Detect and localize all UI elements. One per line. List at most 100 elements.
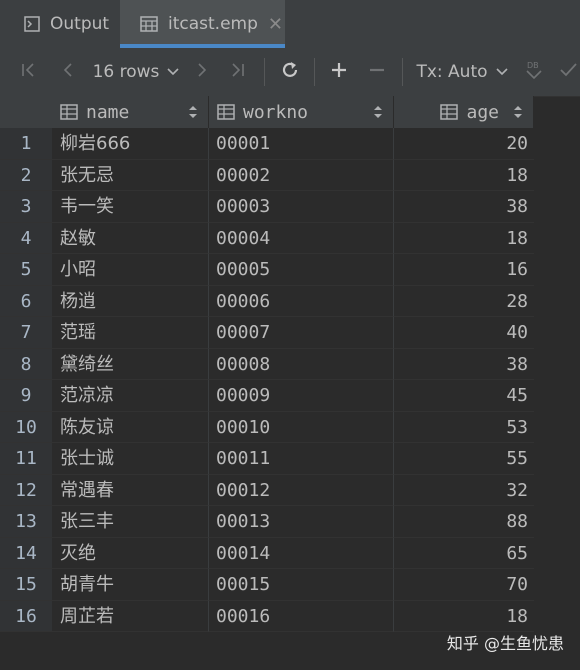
table-row[interactable]: 9 范凉凉 00009 45 (0, 380, 534, 412)
add-row-button[interactable] (324, 48, 354, 96)
cell-workno[interactable]: 00005 (209, 254, 394, 286)
table-row[interactable]: 5 小昭 00005 16 (0, 254, 534, 286)
cell-age[interactable]: 53 (394, 412, 534, 443)
cell-age[interactable]: 70 (394, 569, 534, 601)
rows-count-dropdown[interactable]: 16 rows (88, 48, 184, 96)
cell-age[interactable]: 38 (394, 349, 534, 380)
cell-workno[interactable]: 00012 (209, 474, 394, 506)
table-row[interactable]: 6 杨逍 00006 28 (0, 285, 534, 317)
column-header-workno[interactable]: workno (209, 96, 394, 128)
cell-age[interactable]: 45 (394, 380, 534, 412)
cell-age[interactable]: 18 (394, 601, 534, 632)
column-workno-label: workno (243, 101, 309, 123)
cell-workno[interactable]: 00007 (209, 317, 394, 349)
column-header-name[interactable]: name (52, 96, 209, 128)
previous-page-button[interactable] (54, 48, 82, 96)
first-page-button[interactable] (14, 48, 42, 96)
cell-name[interactable]: 黛绮丝 (52, 348, 209, 380)
table-row[interactable]: 1 柳岩666 00001 20 (0, 128, 534, 160)
add-row-icon (330, 61, 348, 83)
delete-row-icon (368, 61, 386, 83)
cell-workno[interactable]: 00008 (209, 348, 394, 380)
tab-itcast-emp[interactable]: itcast.emp ✕ (120, 0, 285, 48)
table-row[interactable]: 12 常遇春 00012 32 (0, 474, 534, 506)
cell-name[interactable]: 小昭 (52, 254, 209, 286)
cell-name[interactable]: 张无忌 (52, 159, 209, 191)
cell-workno[interactable]: 00001 (209, 128, 394, 160)
cell-workno[interactable]: 00002 (209, 159, 394, 191)
table-row[interactable]: 8 黛绮丝 00008 38 (0, 348, 534, 380)
cell-workno[interactable]: 00003 (209, 191, 394, 223)
row-number: 8 (0, 348, 52, 380)
row-number: 7 (0, 317, 52, 349)
output-console-icon (24, 16, 40, 32)
cell-age[interactable]: 28 (394, 286, 534, 317)
table-row[interactable]: 14 灭绝 00014 65 (0, 537, 534, 569)
row-number: 14 (0, 537, 52, 569)
cell-name[interactable]: 陈友谅 (52, 411, 209, 443)
commit-button[interactable] (556, 48, 580, 96)
table-row[interactable]: 15 胡青牛 00015 70 (0, 569, 534, 601)
toolbar-divider (402, 58, 403, 86)
table-row[interactable]: 13 张三丰 00013 88 (0, 506, 534, 538)
table-row[interactable]: 4 赵敏 00004 18 (0, 222, 534, 254)
tab-output[interactable]: Output (24, 0, 109, 48)
toolbar-divider (314, 58, 315, 86)
cell-name[interactable]: 张士诚 (52, 443, 209, 475)
cell-age[interactable]: 88 (394, 506, 534, 538)
cell-age[interactable]: 16 (394, 254, 534, 286)
cell-workno[interactable]: 00006 (209, 285, 394, 317)
cell-age[interactable]: 18 (394, 223, 534, 254)
cell-age[interactable]: 20 (394, 128, 534, 160)
cell-workno[interactable]: 00004 (209, 222, 394, 254)
column-header-age[interactable]: age (394, 96, 534, 128)
sort-icon[interactable] (373, 104, 383, 125)
refresh-button[interactable] (274, 48, 306, 96)
cell-name[interactable]: 柳岩666 (52, 128, 209, 160)
db-submit-button[interactable]: DB (520, 48, 548, 96)
table-row[interactable]: 10 陈友谅 00010 53 (0, 411, 534, 443)
row-number: 5 (0, 254, 52, 286)
table-row[interactable]: 3 韦一笑 00003 38 (0, 191, 534, 223)
cell-name[interactable]: 张三丰 (52, 506, 209, 538)
table-row[interactable]: 11 张士诚 00011 55 (0, 443, 534, 475)
cell-workno[interactable]: 00013 (209, 506, 394, 538)
cell-name[interactable]: 杨逍 (52, 285, 209, 317)
cell-name[interactable]: 胡青牛 (52, 569, 209, 601)
close-icon[interactable]: ✕ (268, 14, 283, 35)
refresh-icon (280, 60, 300, 84)
cell-workno[interactable]: 00015 (209, 569, 394, 601)
cell-age[interactable]: 65 (394, 538, 534, 569)
db-submit-icon: DB (524, 59, 544, 85)
transaction-mode-dropdown[interactable]: Tx: Auto (414, 48, 510, 96)
cell-age[interactable]: 55 (394, 443, 534, 475)
first-page-icon (20, 62, 36, 82)
column-name-label: name (86, 101, 130, 123)
cell-workno[interactable]: 00016 (209, 600, 394, 632)
row-number: 15 (0, 569, 52, 601)
sort-icon[interactable] (513, 104, 523, 125)
cell-workno[interactable]: 00009 (209, 380, 394, 412)
row-number-header (0, 96, 52, 128)
delete-row-button[interactable] (362, 48, 392, 96)
cell-age[interactable]: 40 (394, 317, 534, 349)
cell-name[interactable]: 范瑶 (52, 317, 209, 349)
sort-icon[interactable] (188, 104, 198, 125)
table-row[interactable]: 16 周芷若 00016 18 (0, 600, 534, 632)
cell-workno[interactable]: 00011 (209, 443, 394, 475)
last-page-button[interactable] (224, 48, 252, 96)
cell-name[interactable]: 韦一笑 (52, 191, 209, 223)
next-page-button[interactable] (188, 48, 216, 96)
cell-name[interactable]: 灭绝 (52, 537, 209, 569)
cell-age[interactable]: 32 (394, 475, 534, 506)
cell-workno[interactable]: 00014 (209, 537, 394, 569)
table-row[interactable]: 7 范瑶 00007 40 (0, 317, 534, 349)
cell-age[interactable]: 38 (394, 191, 534, 223)
cell-age[interactable]: 18 (394, 160, 534, 191)
cell-name[interactable]: 周芷若 (52, 600, 209, 632)
cell-workno[interactable]: 00010 (209, 411, 394, 443)
cell-name[interactable]: 范凉凉 (52, 380, 209, 412)
table-row[interactable]: 2 张无忌 00002 18 (0, 159, 534, 191)
cell-name[interactable]: 赵敏 (52, 222, 209, 254)
cell-name[interactable]: 常遇春 (52, 474, 209, 506)
